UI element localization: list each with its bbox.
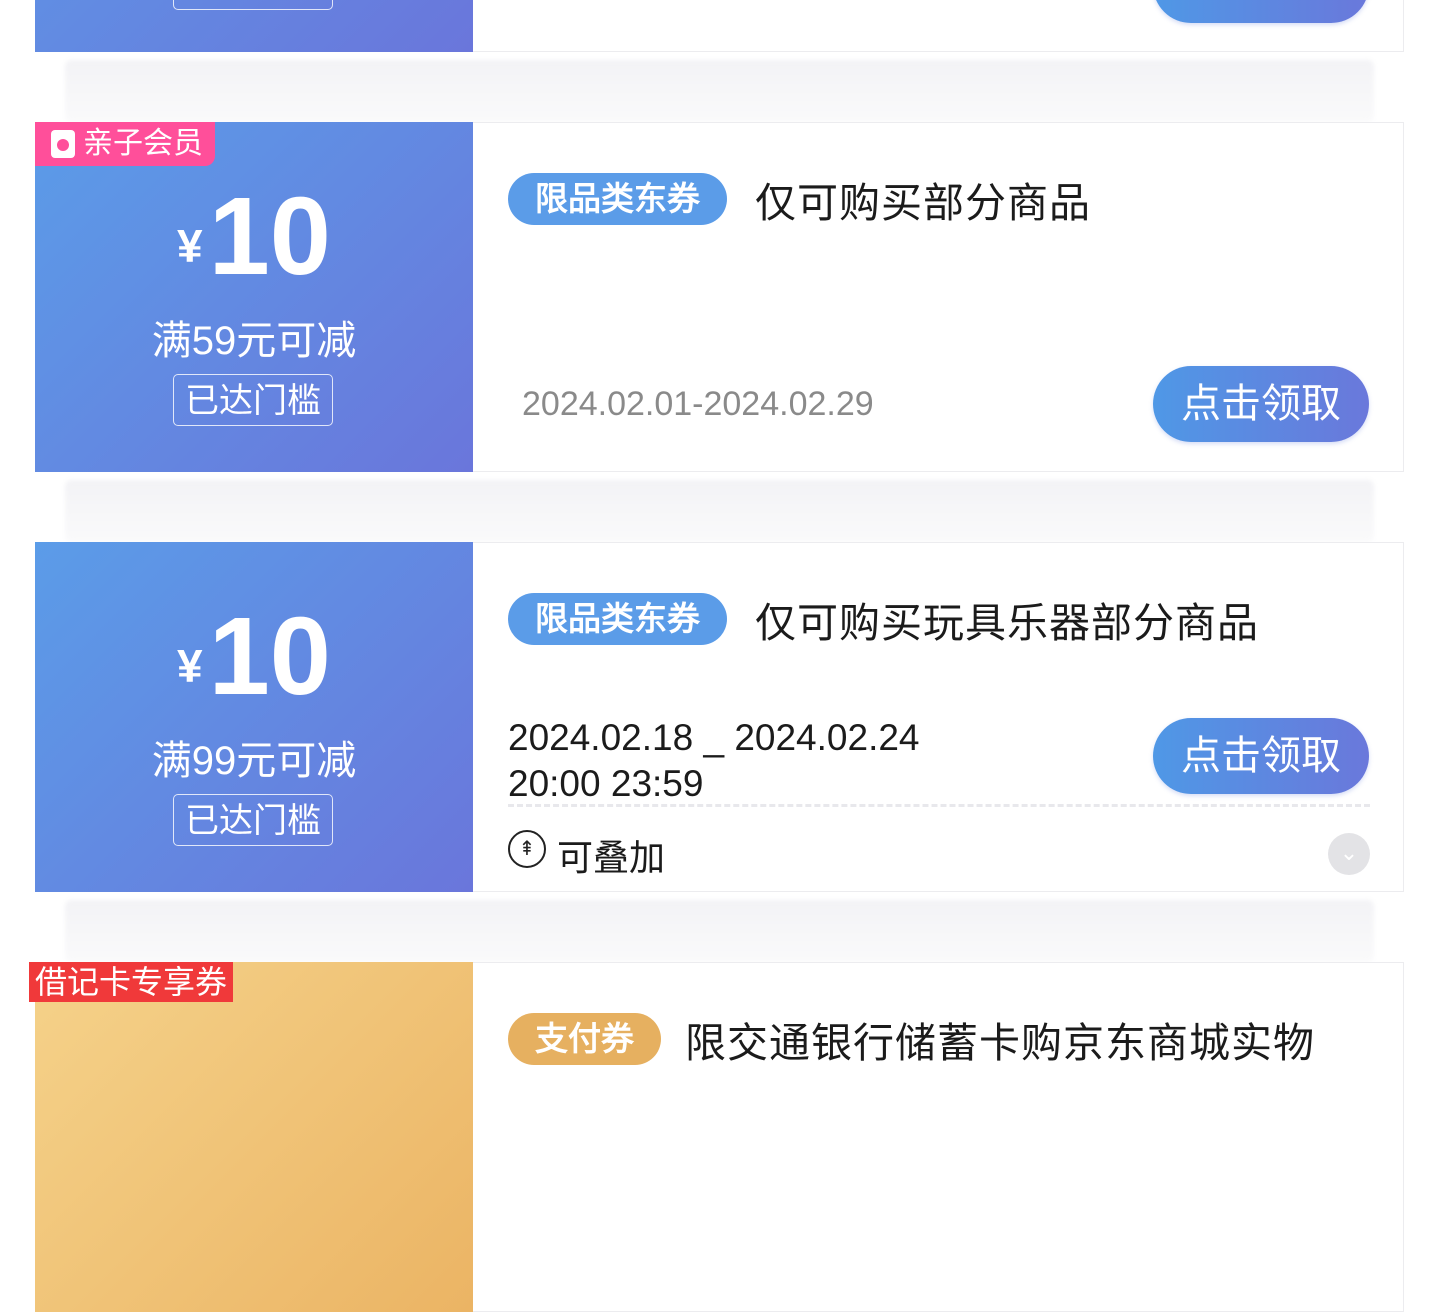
coupon-title: 限交通银行储蓄卡购京东商城实物 xyxy=(685,1020,1315,1066)
coupon-details: 限品类东券 仅可购买部分商品 2024.02.01-2024.02.29 点击领… xyxy=(473,122,1404,472)
coupon-type-tag: 限品类东券 xyxy=(508,593,727,645)
currency-symbol: ¥ xyxy=(177,640,203,692)
card-shadow xyxy=(65,900,1374,962)
member-badge-label: 亲子会员 xyxy=(83,127,203,160)
chevron-down-icon[interactable]: ⌄ xyxy=(1328,833,1370,875)
debit-card-badge: 借记卡专享券 xyxy=(29,962,234,1002)
coupon-value-panel: ¥10 满59元可减 已达门槛 xyxy=(35,122,473,472)
member-icon xyxy=(51,130,75,158)
perforated-edge xyxy=(35,962,43,1312)
coupon-amount: ¥10 xyxy=(35,602,473,712)
coupon-details xyxy=(473,0,1404,52)
coupon-value-panel xyxy=(35,962,473,1312)
threshold-reached-label: 已达门槛 xyxy=(173,374,333,426)
claim-button[interactable]: 点击领取 xyxy=(1153,718,1369,794)
threshold-text: 满59元可减 xyxy=(151,319,357,363)
coupon-card xyxy=(35,0,1404,122)
validity-date: 2024.02.18 _ 2024.02.24 20:00 23:59 xyxy=(508,717,920,804)
divider xyxy=(508,804,1370,807)
card-shadow xyxy=(65,480,1374,542)
stackable-icon: ⇞ xyxy=(508,830,546,868)
card-shadow xyxy=(65,60,1374,122)
coupon-details: 限品类东券 仅可购买玩具乐器部分商品 2024.02.18 _ 2024.02.… xyxy=(473,542,1404,892)
coupon-title: 仅可购买玩具乐器部分商品 xyxy=(755,600,1259,646)
claim-button[interactable]: 点击领取 xyxy=(1153,366,1369,442)
perforated-edge xyxy=(35,0,43,52)
coupon-type-tag: 限品类东券 xyxy=(508,173,727,225)
coupon-value-panel xyxy=(35,0,473,52)
coupon-card: 借记卡专享券 支付券 限交通银行储蓄卡购京东商城实物 xyxy=(29,962,1404,1312)
perforated-edge xyxy=(35,542,43,892)
threshold-reached-label xyxy=(173,0,333,10)
coupon-card: ¥10 满99元可减 已达门槛 限品类东券 仅可购买玩具乐器部分商品 2024.… xyxy=(35,542,1404,962)
coupon-details: 支付券 限交通银行储蓄卡购京东商城实物 xyxy=(473,962,1404,1312)
amount-value: 10 xyxy=(208,175,331,298)
claim-button[interactable] xyxy=(1153,0,1369,23)
perforated-edge xyxy=(35,122,43,472)
coupon-amount: ¥10 xyxy=(35,182,473,292)
coupon-card: ¥10 满59元可减 已达门槛 亲子会员 限品类东券 仅可购买部分商品 2024… xyxy=(35,122,1404,542)
threshold-reached-label: 已达门槛 xyxy=(173,794,333,846)
threshold-text: 满99元可减 xyxy=(151,739,357,783)
stackable-label: 可叠加 xyxy=(557,837,666,878)
member-badge: 亲子会员 xyxy=(35,122,215,166)
currency-symbol: ¥ xyxy=(177,220,203,272)
coupon-title: 仅可购买部分商品 xyxy=(755,180,1091,226)
coupon-value-panel: ¥10 满99元可减 已达门槛 xyxy=(35,542,473,892)
validity-date: 2024.02.01-2024.02.29 xyxy=(522,385,874,423)
amount-value: 10 xyxy=(208,595,331,718)
coupon-type-tag: 支付券 xyxy=(508,1013,661,1065)
